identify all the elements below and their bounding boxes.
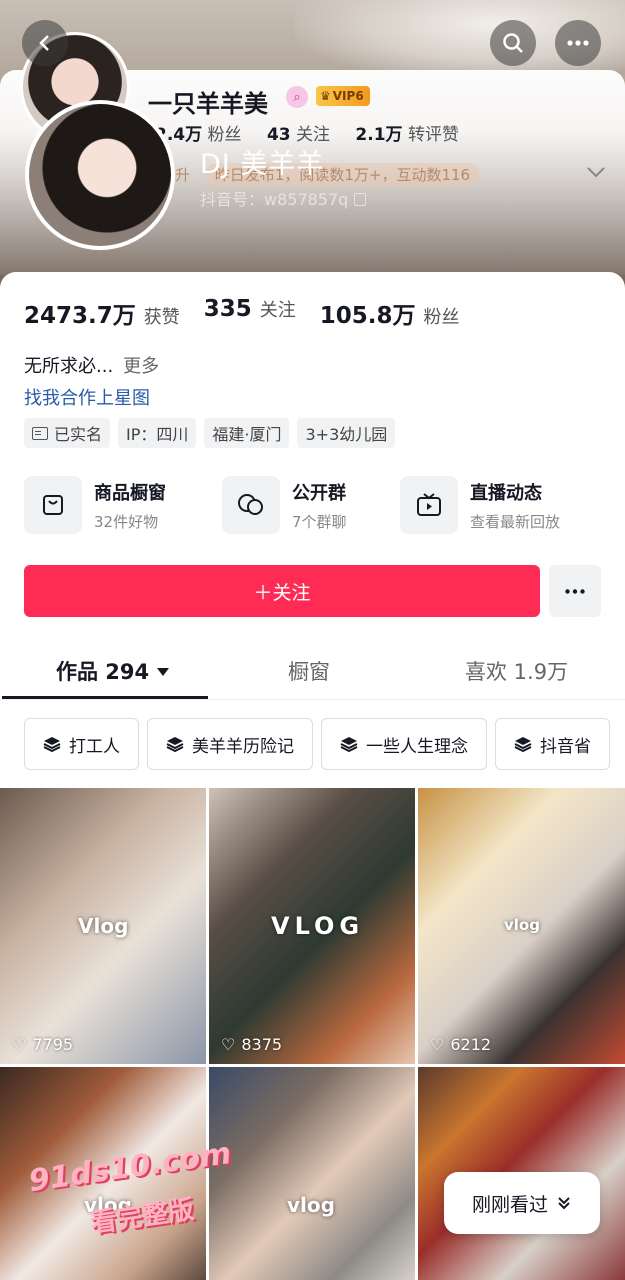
layers-icon [166,737,184,752]
search-icon [503,33,523,53]
layers-icon [43,737,61,752]
active-tab-indicator [2,696,208,699]
search-button[interactable] [490,20,536,66]
video-like-count: ♡ 8375 [221,1035,283,1054]
ip-chip: IP：四川 [118,418,197,448]
collection-chip[interactable]: 抖音省 [495,718,610,770]
content-tabs: 作品 294 橱窗 喜欢 1.9万 [0,642,625,700]
douyin-id[interactable]: 抖音号：w857857q [200,186,367,210]
layers-icon [340,737,358,752]
profile-card: 2473.7万 获赞 335 关注 105.8万 粉丝 无所求必... 更多 找我合作上… [0,272,625,1280]
more-dots-icon [567,40,589,46]
crown-icon: ♛ [320,89,331,103]
avatar[interactable] [25,100,175,250]
more-dots-icon [565,588,585,594]
heart-icon: ♡ [221,1035,236,1054]
video-thumbnail[interactable]: vlog [209,1067,415,1280]
feature-entries: 商品橱窗 32件好物 公开群 7个群聊 直播动态 查看最新回放 [24,476,600,534]
profile-counts: 2473.7万 获赞 335 关注 105.8万 粉丝 [24,296,460,330]
cooperation-link[interactable]: 找我合作上星图 [24,384,150,410]
bio-more-link[interactable]: 更多 [123,356,159,377]
layers-icon [514,737,532,752]
follow-button[interactable]: ＋关注 [24,565,540,617]
follow-more-button[interactable] [549,565,601,617]
collections-row: 打工人 美羊羊历险记 一些人生理念 抖音省 [24,718,610,770]
search-tag-icon: ⌕ [286,86,308,108]
tab-showcase[interactable]: 橱窗 [288,656,330,686]
back-button[interactable] [22,20,68,66]
collection-chip[interactable]: 打工人 [24,718,139,770]
caret-down-icon [157,668,170,676]
recently-viewed-button[interactable]: 刚刚看过 [444,1172,600,1234]
double-chevron-down-icon [558,1197,570,1210]
more-options-button[interactable] [555,20,601,66]
tab-works[interactable]: 作品 294 [56,656,170,686]
video-like-count: ♡ 6212 [430,1035,492,1054]
copy-icon[interactable] [354,193,367,206]
video-thumbnail[interactable]: vlog ♡ 6212 [418,788,625,1064]
preview-stat: 2.1万 转评赞 [355,125,459,145]
live-updates-entry[interactable]: 直播动态 查看最新回放 [400,476,600,534]
verified-chip: 已实名 [24,418,111,448]
heart-icon: ♡ [12,1035,27,1054]
back-arrow-icon [39,35,49,51]
shop-window-entry[interactable]: 商品橱窗 32件好物 [24,476,224,534]
shop-bag-icon [24,476,82,534]
video-thumbnail[interactable]: Vlog ♡ 7795 [0,788,206,1064]
video-like-count: ♡ 7795 [12,1035,74,1054]
profile-tags: 已实名 IP：四川 福建·厦门 3+3幼儿园 [24,418,396,448]
preview-account-name: 一只羊羊美 [148,90,268,118]
video-thumbnail[interactable]: VLOG ♡ 8375 [209,788,415,1064]
vip-badge: ♛ VIP6 [316,86,370,106]
likes-count: 2473.7万 获赞 [24,303,180,329]
profile-display-name: DJ 美羊羊 [200,149,325,180]
collection-chip[interactable]: 美羊羊历险记 [147,718,313,770]
bio: 无所求必... 更多 [24,356,160,377]
location-chip[interactable]: 福建·厦门 [204,418,290,448]
chat-bubbles-icon [222,476,280,534]
tab-likes[interactable]: 喜欢 1.9万 [465,656,568,686]
chevron-down-icon[interactable] [586,166,606,178]
school-chip[interactable]: 3+3幼儿园 [297,418,396,448]
collection-chip[interactable]: 一些人生理念 [321,718,487,770]
heart-icon: ♡ [430,1035,445,1054]
followers-count[interactable]: 105.8万 粉丝 [320,296,460,330]
id-card-icon [32,426,48,440]
public-group-entry[interactable]: 公开群 7个群聊 [222,476,422,534]
tv-play-icon [400,476,458,534]
following-count[interactable]: 335 关注 [204,296,296,330]
